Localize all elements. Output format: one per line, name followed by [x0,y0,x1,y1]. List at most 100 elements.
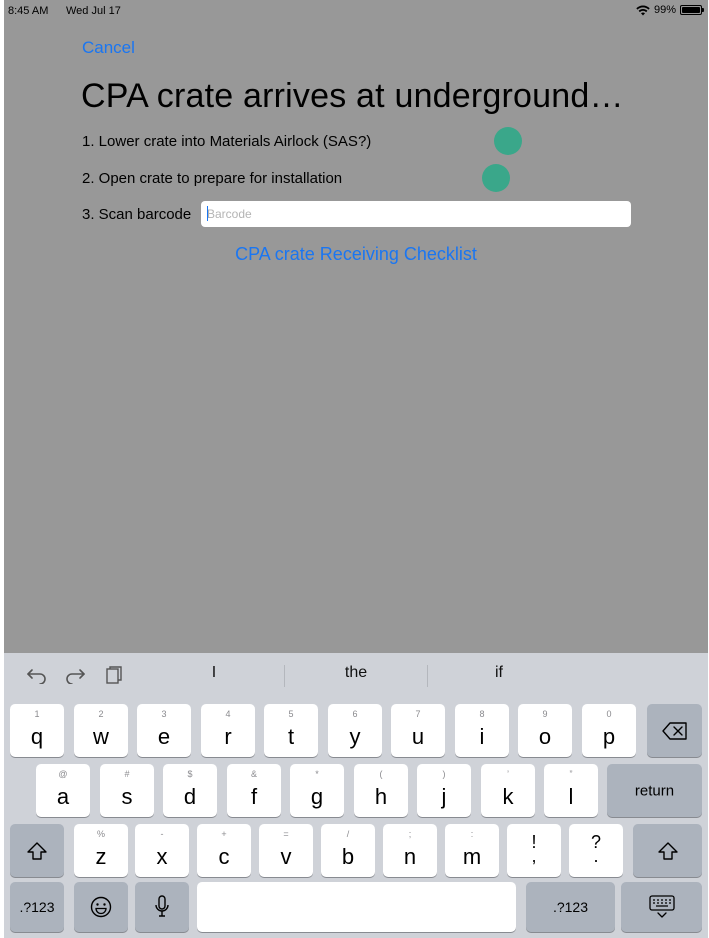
delete-key[interactable] [647,704,702,757]
key-m[interactable]: :m [445,824,499,877]
key-label: r [224,724,232,749]
key-q[interactable]: 1q [10,704,64,757]
emoji-key[interactable] [74,882,128,932]
key-u[interactable]: 7u [391,704,445,757]
key-c[interactable]: + c [197,824,251,877]
status-time: 8:45 AM [8,5,49,17]
key-alt: # [124,769,130,779]
key-label: y [349,724,361,749]
key-question[interactable]: ? . [569,824,623,877]
key-d[interactable]: $ d [163,764,217,817]
key-x[interactable]: -x [135,824,189,877]
step-1-status-toggle[interactable] [494,127,522,155]
step-1-label: 1. Lower crate into Materials Airlock (S… [82,133,372,150]
return-key[interactable]: return [607,764,702,817]
key-z[interactable]: % z [74,824,128,877]
key-label: p [602,724,616,749]
key-alt: = [283,829,289,839]
key-v[interactable]: = v [259,824,313,877]
status-bar: 8:45 AM Wed Jul 17 99% [4,0,708,20]
key-h[interactable]: (h [354,764,408,817]
keyboard: I the if 1q 2w 3e 4r 5t 6y 7u 8i 9o 0p @… [4,653,708,938]
key-j[interactable]: ) j [417,764,471,817]
key-r[interactable]: 4r [201,704,255,757]
cancel-button[interactable]: Cancel [82,38,135,58]
barcode-input[interactable] [201,201,631,227]
key-alt: * [315,769,319,779]
key-l[interactable]: ” l [544,764,598,817]
key-alt: ” [569,769,573,779]
key-label: z [95,844,107,869]
key-alt: 7 [415,709,421,719]
key-alt: $ [187,769,193,779]
key-alt: - [160,829,164,839]
key-label: a [56,784,70,809]
shift-icon [657,841,678,860]
key-k[interactable]: ’ k [481,764,535,817]
key-alt: 5 [288,709,294,719]
suggestion-1[interactable]: I [164,664,264,682]
key-alt: & [250,769,257,779]
key-alt: ( [379,769,383,779]
key-alt: / [346,829,350,839]
key-p[interactable]: 0p [582,704,636,757]
numbers-key-right[interactable]: .?123 [526,882,615,932]
key-label: s [121,784,133,809]
key-exclamation[interactable]: ! , [507,824,561,877]
key-alt: 9 [542,709,548,719]
undo-icon[interactable] [26,666,48,684]
key-b[interactable]: / b [321,824,375,877]
numbers-key-label: .?123 [552,899,589,915]
wifi-icon [636,5,650,15]
key-alt: + [221,829,227,839]
step-2-label: 2. Open crate to prepare for installatio… [82,170,343,187]
step-2-status-toggle[interactable] [482,164,510,192]
key-o[interactable]: 9o [518,704,572,757]
delete-icon [661,721,687,740]
redo-icon[interactable] [64,666,86,684]
battery-percent: 99% [653,4,676,16]
checklist-link[interactable]: CPA crate Receiving Checklist [4,244,708,265]
key-label: w [93,724,109,749]
key-alt: 4 [225,709,231,719]
space-key[interactable] [197,882,516,932]
key-alt: 8 [479,709,485,719]
battery-fill [682,7,700,13]
key-label: l [568,784,574,809]
shift-key-left[interactable] [10,824,64,877]
suggestion-2[interactable]: the [306,664,406,682]
key-e[interactable]: 3e [137,704,191,757]
key-f[interactable]: & f [227,764,281,817]
key-label: v [280,844,292,869]
key-w[interactable]: 2w [74,704,128,757]
key-y[interactable]: 6y [328,704,382,757]
key-label: q [30,724,44,749]
key-i[interactable]: 8i [455,704,509,757]
key-label: x [156,844,168,869]
suggestion-divider [427,665,428,687]
paste-icon[interactable] [102,666,124,684]
key-label: b [341,844,355,869]
key-label: g [310,784,324,809]
dismiss-keyboard-key[interactable] [621,882,702,932]
key-s[interactable]: # s [100,764,154,817]
key-alt: ’ [507,769,509,779]
text-caret [207,206,208,221]
key-label: o [538,724,552,749]
key-label: i [479,724,485,749]
key-alt: 2 [98,709,104,719]
key-alt: % [96,829,105,839]
key-a[interactable]: @ a [36,764,90,817]
key-n[interactable]: ; n [383,824,437,877]
key-label: m [462,844,482,869]
dictation-key[interactable] [135,882,189,932]
numbers-key-left[interactable]: .?123 [10,882,64,932]
shift-key-right[interactable] [633,824,702,877]
key-g[interactable]: * g [290,764,344,817]
key-label: t [287,724,295,749]
status-right: 99% [636,4,704,16]
key-alt: 0 [606,709,612,719]
key-t[interactable]: 5t [264,704,318,757]
key-label: j [441,784,447,809]
suggestion-3[interactable]: if [449,664,549,682]
